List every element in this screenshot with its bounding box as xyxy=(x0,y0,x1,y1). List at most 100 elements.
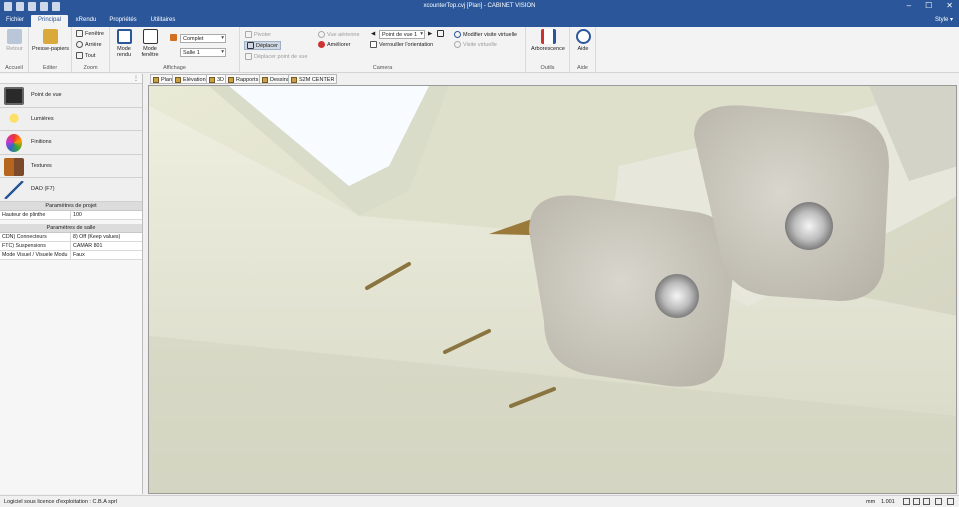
lightbulb-icon xyxy=(4,110,24,129)
next-viewpoint-button[interactable]: ▶ xyxy=(428,31,432,37)
improve-button[interactable]: Améliorer xyxy=(318,41,351,48)
param-key: Hauteur de plinthe xyxy=(0,210,71,219)
nav-label: Lumières xyxy=(31,115,54,122)
edit-virtual-tour-button[interactable]: Modifier visite virtuelle xyxy=(454,31,517,38)
panel-header: ⋮ xyxy=(0,74,142,84)
panel-menu-icon[interactable]: ⋮ xyxy=(133,75,139,82)
param-value[interactable]: 100 xyxy=(71,211,142,219)
tree-button[interactable]: Arborescence xyxy=(528,29,568,52)
param-key: FTC) Suspensions xyxy=(0,241,71,250)
minimize-button[interactable]: – xyxy=(907,1,911,10)
zoom-all-label: Tout xyxy=(85,52,96,59)
nav-label: Textures xyxy=(31,162,52,169)
param-value[interactable]: CAMAR 801 xyxy=(71,242,142,250)
tab-rapports[interactable]: Rapports xyxy=(225,74,262,84)
unit-label: mm xyxy=(866,499,876,505)
scale-value: 1.001 xyxy=(881,499,895,505)
group-aide: Aide Aide xyxy=(570,27,596,73)
param-value[interactable]: 8) Off (Keep values) xyxy=(71,233,142,241)
room-select[interactable]: Salle 1 xyxy=(180,48,226,57)
nav-item-finitions[interactable]: Finitions xyxy=(0,131,142,155)
tab-label: Dessins xyxy=(270,76,290,83)
tab-s2m-center[interactable]: S2M CENTER xyxy=(288,74,338,84)
table-row[interactable]: CDN) Connecteurs 8) Off (Keep values) xyxy=(0,232,142,242)
param-key: Mode Visuel / Visuele Modu xyxy=(0,250,71,259)
title-bar: xcounterTop.cvj [Plan] - CABINET VISION … xyxy=(0,0,959,14)
help-icon xyxy=(575,29,591,44)
tab-proprietes[interactable]: Propriétés xyxy=(104,15,142,27)
camera-icon xyxy=(4,87,24,105)
clipboard-button[interactable]: Presse-papiers xyxy=(31,29,70,52)
ortho-icon[interactable] xyxy=(935,498,942,505)
move-viewpoint-button[interactable]: Déplacer point de vue xyxy=(245,53,308,60)
report-icon xyxy=(228,76,234,83)
nav-label: Finitions xyxy=(31,139,52,145)
maximize-button[interactable]: ☐ xyxy=(925,1,932,10)
nav-item-point-de-vue[interactable]: Point de vue xyxy=(0,84,142,108)
tab-xrendu[interactable]: xRendu xyxy=(70,15,102,27)
rotate-button[interactable]: Pivoter xyxy=(245,31,271,38)
ribbon: Retour Accueil Presse-papiers Editer Fen… xyxy=(0,27,959,73)
pan-label: Déplacer xyxy=(256,42,279,49)
tab-fichier[interactable]: Fichier xyxy=(0,15,30,27)
3d-viewport[interactable] xyxy=(148,85,957,494)
param-key: CDN) Connecteurs xyxy=(0,232,71,241)
zoom-all-button[interactable]: Tout xyxy=(76,52,95,59)
lock-orientation-checkbox[interactable]: Verrouiller l'orientation xyxy=(370,41,433,48)
tab-3d[interactable]: 3D xyxy=(206,74,228,84)
chevron-left-icon: ◀ xyxy=(371,31,376,37)
chevron-right-icon: ▶ xyxy=(428,31,433,37)
paint-icon xyxy=(170,34,177,41)
checkbox-icon xyxy=(370,41,377,48)
nav-item-dao[interactable]: DAO (F7) xyxy=(0,178,142,202)
table-row[interactable]: FTC) Suspensions CAMAR 801 xyxy=(0,241,142,251)
style-menu[interactable]: Style ▾ xyxy=(935,16,953,23)
param-value[interactable]: Faux xyxy=(71,251,142,259)
group-label: Editer xyxy=(42,65,58,71)
zoom-back-button[interactable]: Arrière xyxy=(76,41,102,48)
window-title: xcounterTop.cvj [Plan] - CABINET VISION xyxy=(423,3,536,9)
back-button[interactable]: Retour xyxy=(3,29,26,52)
eye-icon xyxy=(318,31,325,38)
viewpoint-select[interactable]: Point de vue 1 xyxy=(379,30,425,39)
virtual-tour-button[interactable]: Visite virtuelle xyxy=(454,41,497,48)
nav-item-lumieres[interactable]: Lumières xyxy=(0,107,142,131)
pan-button[interactable]: Déplacer xyxy=(244,41,282,50)
left-panel: ⋮ Point de vue Lumières Finitions Textur… xyxy=(0,74,143,494)
project-params-header: Paramètres de projet xyxy=(0,201,142,211)
aerial-view-button[interactable]: Vue aérienne xyxy=(318,31,360,38)
tab-elevation[interactable]: Elévation xyxy=(172,74,209,84)
tab-utilitaires[interactable]: Utilitaires xyxy=(145,15,181,27)
back-label: Retour xyxy=(6,46,23,52)
tab-principal[interactable]: Principal xyxy=(31,15,68,27)
group-label: Camera xyxy=(372,65,393,71)
cube-icon xyxy=(116,29,132,44)
settings-icon[interactable] xyxy=(947,498,954,505)
window-mode-label: Mode fenêtre xyxy=(141,46,159,58)
table-row[interactable]: Mode Visuel / Visuele Modu Faux xyxy=(0,250,142,260)
prev-viewpoint-button[interactable]: ◀ xyxy=(371,31,375,37)
render-quality-select[interactable]: Complet xyxy=(180,34,226,43)
nav-item-textures[interactable]: Textures xyxy=(0,154,142,178)
snap-icon[interactable] xyxy=(903,498,910,505)
tab-label: Plan xyxy=(161,76,173,83)
clipboard-label: Presse-papiers xyxy=(32,46,69,52)
zoom-window-button[interactable]: Fenêtre xyxy=(76,30,104,37)
table-row[interactable]: Hauteur de plinthe 100 xyxy=(0,210,142,220)
aerial-view-label: Vue aérienne xyxy=(327,31,360,38)
group-camera: Pivoter Déplacer Déplacer point de vue V… xyxy=(240,27,526,73)
render-mode-button[interactable]: Mode rendu xyxy=(113,29,135,58)
rotate-icon xyxy=(245,31,252,38)
help-button[interactable]: Aide xyxy=(573,29,593,52)
grid-icon[interactable] xyxy=(913,498,920,505)
window-mode-button[interactable]: Mode fenêtre xyxy=(138,29,162,58)
edit-viewpoint-button[interactable] xyxy=(437,30,444,37)
back-icon xyxy=(7,29,22,44)
edit-icon xyxy=(437,30,444,37)
layout-icon[interactable] xyxy=(923,498,930,505)
help-label: Aide xyxy=(577,46,589,52)
cad-icon xyxy=(4,181,24,199)
group-outils: Arborescence Outils xyxy=(526,27,570,73)
group-affichage: Mode rendu Mode fenêtre Complet Salle 1 … xyxy=(110,27,240,73)
close-button[interactable]: ✕ xyxy=(946,1,953,10)
